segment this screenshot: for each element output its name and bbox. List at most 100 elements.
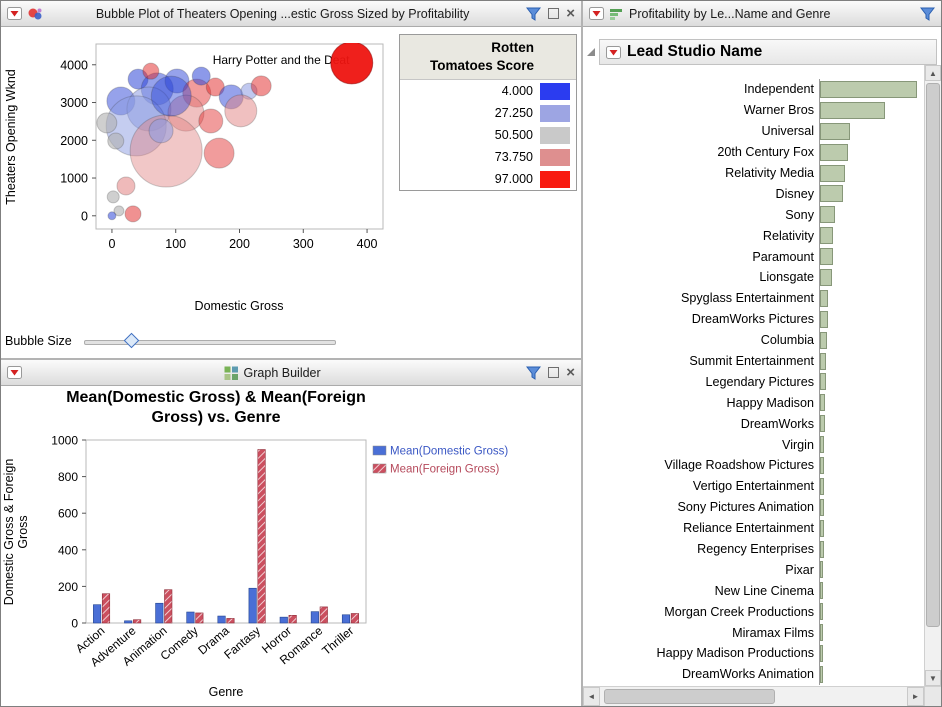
bubble[interactable] (107, 191, 119, 203)
bubble[interactable] (192, 67, 210, 85)
bar-domestic-gross[interactable] (156, 603, 164, 623)
studio-bar[interactable] (820, 185, 843, 202)
studio-bar[interactable] (820, 541, 824, 558)
bubble[interactable] (225, 95, 257, 127)
horizontal-scroll-track[interactable] (600, 687, 907, 706)
studio-label[interactable]: Spyglass Entertainment (583, 291, 819, 305)
studio-label[interactable]: DreamWorks Pictures (583, 312, 819, 326)
bubble[interactable] (204, 138, 234, 168)
bubble[interactable] (117, 177, 135, 195)
legend-row[interactable]: 50.500 (400, 124, 576, 146)
studio-bar[interactable] (820, 144, 848, 161)
red-triangle-menu-icon[interactable] (7, 366, 22, 379)
studio-label[interactable]: Independent (583, 82, 819, 96)
gb-legend-swatch[interactable] (373, 464, 386, 473)
studio-label[interactable]: Legendary Pictures (583, 375, 819, 389)
vertical-scrollbar[interactable]: ▲ ▼ (924, 65, 941, 686)
bar-foreign-gross[interactable] (258, 450, 266, 623)
bubble[interactable] (149, 119, 173, 143)
bubble-plot-chart[interactable]: 010002000300040000100200300400Theaters O… (1, 27, 396, 327)
bubble[interactable] (199, 109, 223, 133)
bar-foreign-gross[interactable] (227, 618, 235, 623)
studio-label[interactable]: Pixar (583, 563, 819, 577)
studio-bar[interactable] (820, 666, 823, 683)
studio-label[interactable]: Virgin (583, 438, 819, 452)
studio-bar[interactable] (820, 457, 824, 474)
genre-gross-chart[interactable]: 02004006008001000Domestic Gross & Foreig… (1, 432, 581, 705)
studio-bar[interactable] (820, 248, 833, 265)
data-filter-icon[interactable] (526, 7, 541, 21)
bubble-size-slider[interactable] (84, 331, 336, 351)
data-filter-icon[interactable] (526, 366, 541, 380)
bubble[interactable] (151, 76, 191, 116)
studio-bar[interactable] (820, 165, 845, 182)
studio-label[interactable]: Summit Entertainment (583, 354, 819, 368)
bubble[interactable] (108, 133, 124, 149)
bar-foreign-gross[interactable] (289, 615, 297, 623)
studio-bar[interactable] (820, 269, 832, 286)
slider-track[interactable] (84, 340, 336, 345)
bar-domestic-gross[interactable] (249, 588, 257, 623)
scroll-left-icon[interactable]: ◄ (583, 687, 600, 706)
vertical-scroll-track[interactable] (925, 81, 941, 670)
legend-row[interactable]: 97.000 (400, 168, 576, 190)
studio-bar[interactable] (820, 353, 826, 370)
legend-row[interactable]: 4.000 (400, 80, 576, 102)
studio-label[interactable]: Regency Enterprises (583, 542, 819, 556)
studio-label[interactable]: Lionsgate (583, 270, 819, 284)
close-button[interactable]: × (566, 6, 575, 21)
bar-foreign-gross[interactable] (196, 613, 204, 623)
red-triangle-menu-icon[interactable] (589, 7, 604, 20)
bar-domestic-gross[interactable] (218, 616, 226, 623)
bar-domestic-gross[interactable] (93, 605, 101, 623)
studio-bar[interactable] (820, 415, 825, 432)
bar-domestic-gross[interactable] (342, 615, 350, 623)
studio-label[interactable]: Relativity Media (583, 166, 819, 180)
bar-domestic-gross[interactable] (311, 612, 319, 623)
studio-label[interactable]: Village Roadshow Pictures (583, 458, 819, 472)
bar-foreign-gross[interactable] (102, 594, 110, 623)
bubble[interactable] (125, 206, 141, 222)
bar-foreign-gross[interactable] (133, 620, 141, 623)
outline-collapse-icon[interactable] (585, 46, 597, 58)
studio-bar[interactable] (820, 624, 823, 641)
studio-label[interactable]: Disney (583, 187, 819, 201)
studio-bar[interactable] (820, 520, 824, 537)
slider-thumb[interactable] (123, 333, 139, 349)
scroll-right-icon[interactable]: ► (907, 687, 924, 706)
studio-label[interactable]: Morgan Creek Productions (583, 605, 819, 619)
studio-label[interactable]: DreamWorks Animation (583, 667, 819, 681)
bubble[interactable] (143, 63, 159, 79)
vertical-scroll-thumb[interactable] (926, 83, 940, 627)
studio-bar[interactable] (820, 102, 885, 119)
maximize-button[interactable] (548, 367, 559, 378)
bubble[interactable] (108, 212, 116, 220)
studio-label[interactable]: New Line Cinema (583, 584, 819, 598)
bar-foreign-gross[interactable] (351, 613, 359, 623)
studio-bar[interactable] (820, 311, 828, 328)
studio-label[interactable]: Vertigo Entertainment (583, 479, 819, 493)
studio-bar[interactable] (820, 478, 824, 495)
studio-label[interactable]: Happy Madison Productions (583, 646, 819, 660)
studio-bar[interactable] (820, 81, 917, 98)
studio-bar[interactable] (820, 499, 824, 516)
close-button[interactable]: × (566, 365, 575, 380)
red-triangle-menu-icon[interactable] (7, 7, 22, 20)
gb-legend-swatch[interactable] (373, 446, 386, 455)
studio-label[interactable]: Sony Pictures Animation (583, 500, 819, 514)
studio-bar[interactable] (820, 436, 824, 453)
studio-label[interactable]: DreamWorks (583, 417, 819, 431)
studio-label[interactable]: Sony (583, 208, 819, 222)
studio-label[interactable]: Happy Madison (583, 396, 819, 410)
scroll-up-icon[interactable]: ▲ (925, 65, 941, 81)
studio-bar[interactable] (820, 373, 826, 390)
studio-bar[interactable] (820, 227, 833, 244)
bar-domestic-gross[interactable] (280, 617, 288, 623)
bar-foreign-gross[interactable] (164, 590, 172, 623)
studio-bar[interactable] (820, 123, 850, 140)
bar-foreign-gross[interactable] (320, 607, 328, 623)
bubble[interactable] (97, 113, 117, 133)
studio-bar[interactable] (820, 394, 825, 411)
studio-label[interactable]: Paramount (583, 250, 819, 264)
studio-label[interactable]: Reliance Entertainment (583, 521, 819, 535)
